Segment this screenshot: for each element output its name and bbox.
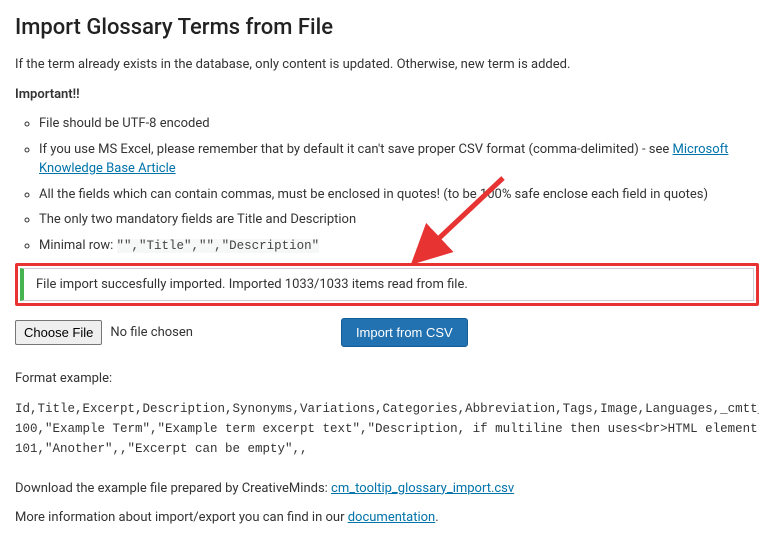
minimal-label: Minimal row: (39, 238, 117, 253)
format-example-block: Id,Title,Excerpt,Description,Synonyms,Va… (15, 399, 759, 459)
page-title: Import Glossary Terms from File (15, 15, 759, 40)
choose-file-button[interactable]: Choose File (15, 320, 102, 345)
download-link[interactable]: cm_tooltip_glossary_import.csv (331, 481, 514, 496)
list-item: Minimal row: "","Title","","Description" (39, 236, 759, 256)
list-item: All the fields which can contain commas,… (39, 185, 759, 205)
important-list: File should be UTF-8 encoded If you use … (15, 114, 759, 255)
moreinfo-pre: More information about import/export you… (15, 510, 348, 525)
file-row: Choose File No file chosen Import from C… (15, 318, 759, 347)
import-csv-button[interactable]: Import from CSV (341, 318, 468, 347)
documentation-link[interactable]: documentation (348, 510, 436, 525)
moreinfo-post: . (435, 510, 438, 525)
moreinfo-text: More information about import/export you… (15, 508, 759, 528)
list-item: If you use MS Excel, please remember tha… (39, 140, 759, 179)
excel-text: If you use MS Excel, please remember tha… (39, 142, 673, 157)
intro-text: If the term already exists in the databa… (15, 55, 759, 75)
list-item: The only two mandatory fields are Title … (39, 210, 759, 230)
no-file-label: No file chosen (110, 325, 193, 340)
download-text: Download the example file prepared by Cr… (15, 479, 759, 499)
highlight-box: File import succesfully imported. Import… (15, 263, 759, 306)
important-label: Important!! (15, 85, 759, 105)
format-example-label: Format example: (15, 369, 759, 389)
download-pre: Download the example file prepared by Cr… (15, 481, 331, 496)
list-item: File should be UTF-8 encoded (39, 114, 759, 134)
minimal-row-code: "","Title","","Description" (117, 239, 320, 253)
success-notice: File import succesfully imported. Import… (20, 268, 754, 301)
